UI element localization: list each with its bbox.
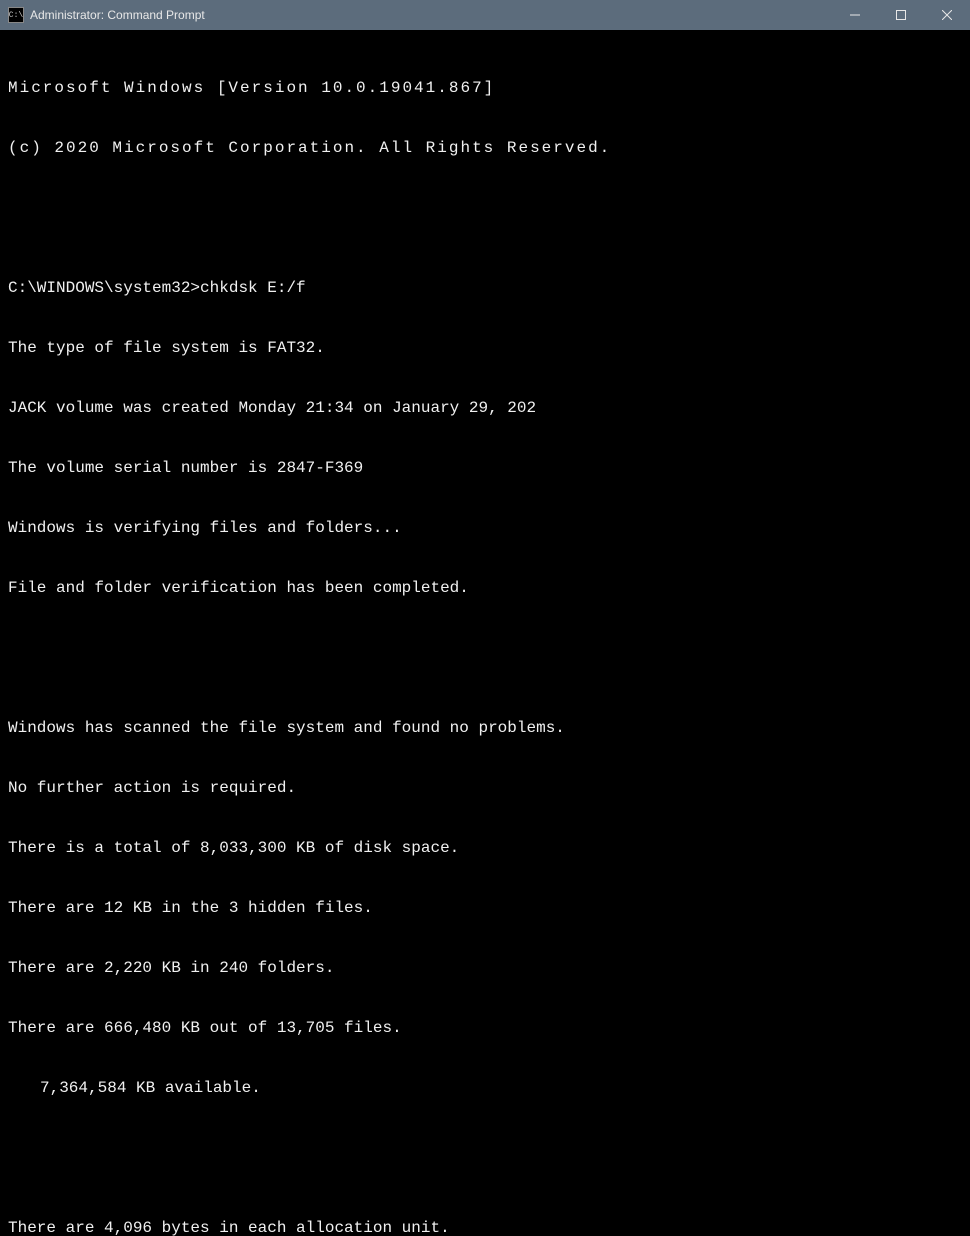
spacer — [8, 638, 962, 658]
output-line: There is a total of 8,033,300 KB of disk… — [8, 838, 962, 858]
output-line: The type of file system is FAT32. — [8, 338, 962, 358]
minimize-button[interactable] — [832, 0, 878, 30]
titlebar: C:\ Administrator: Command Prompt — [0, 0, 970, 30]
maximize-button[interactable] — [878, 0, 924, 30]
window-controls — [832, 0, 970, 30]
copyright-line: (c) 2020 Microsoft Corporation. All Righ… — [8, 138, 962, 158]
command-1: chkdsk E:/f — [200, 279, 306, 297]
output-line: There are 12 KB in the 3 hidden files. — [8, 898, 962, 918]
output-line: There are 666,480 KB out of 13,705 files… — [8, 1018, 962, 1038]
window-title: Administrator: Command Prompt — [30, 8, 832, 22]
minimize-icon — [850, 10, 860, 20]
version-line: Microsoft Windows [Version 10.0.19041.86… — [8, 78, 962, 98]
output-line: The volume serial number is 2847-F369 — [8, 458, 962, 478]
output-line: There are 2,220 KB in 240 folders. — [8, 958, 962, 978]
close-icon — [942, 10, 952, 20]
prompt-1: C:\WINDOWS\system32> — [8, 279, 200, 297]
output-line: There are 4,096 bytes in each allocation… — [8, 1218, 962, 1236]
maximize-icon — [896, 10, 906, 20]
spacer — [8, 198, 962, 218]
output-line: 7,364,584 KB available. — [8, 1078, 962, 1098]
output-line: JACK volume was created Monday 21:34 on … — [8, 398, 962, 418]
output-line: File and folder verification has been co… — [8, 578, 962, 598]
output-line: No further action is required. — [8, 778, 962, 798]
spacer — [8, 1138, 962, 1158]
output-line: Windows has scanned the file system and … — [8, 718, 962, 738]
cmd-icon-label: C:\ — [9, 11, 23, 20]
close-button[interactable] — [924, 0, 970, 30]
cmd-icon: C:\ — [8, 7, 24, 23]
command-line-1: C:\WINDOWS\system32>chkdsk E:/f — [8, 278, 962, 298]
output-line: Windows is verifying files and folders..… — [8, 518, 962, 538]
terminal-area[interactable]: Microsoft Windows [Version 10.0.19041.86… — [0, 30, 970, 618]
